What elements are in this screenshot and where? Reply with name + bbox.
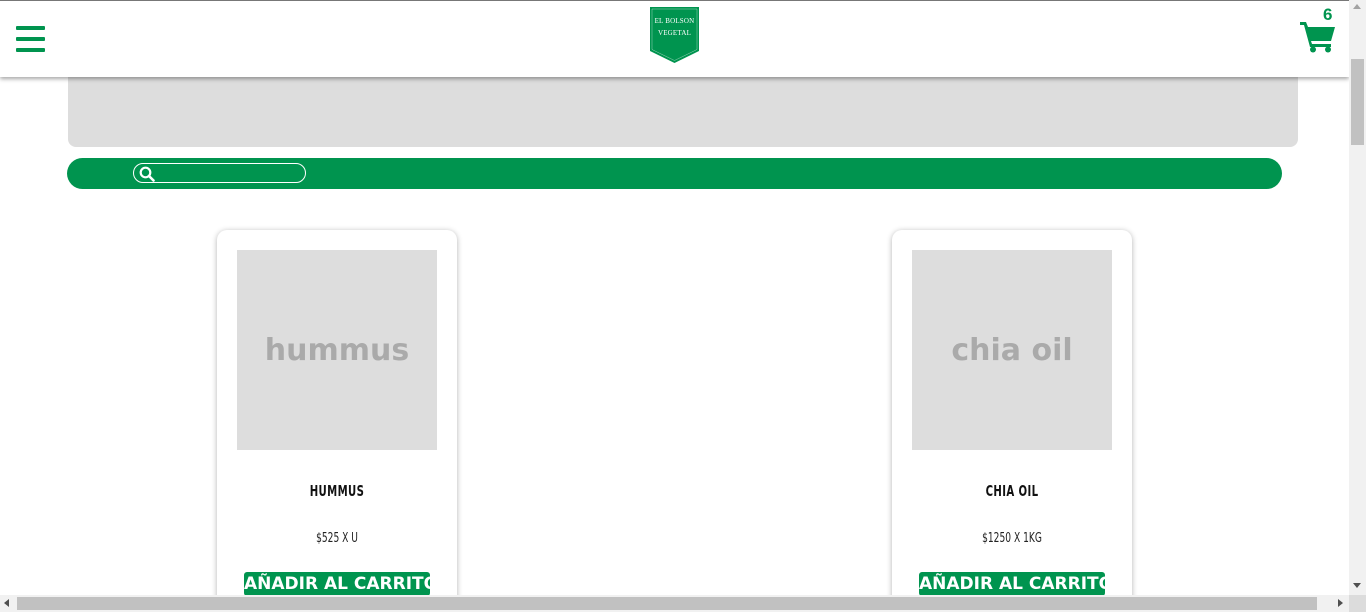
hamburger-menu-icon[interactable] [16,26,45,52]
product-image[interactable]: chia oil [912,250,1112,450]
search-field[interactable] [133,163,306,183]
logo-line-2: VEGETAL [657,29,692,37]
page-viewport: EL BOLSON VEGETAL 6 hummus HUMMUS $525 X… [0,0,1349,595]
vertical-scrollbar[interactable] [1349,0,1366,595]
horizontal-scroll-thumb[interactable] [17,597,1317,610]
product-price: $525 X U [316,531,358,546]
product-name: HUMMUS [309,482,365,500]
logo-text: EL BOLSON VEGETAL [650,15,699,39]
scroll-down-arrow-icon[interactable] [1353,583,1361,588]
add-to-cart-button[interactable]: AÑADIR AL CARRITO [919,572,1113,595]
search-input[interactable] [158,165,298,181]
product-card: chia oil CHIA OIL $1250 X 1KG AÑADIR AL … [892,230,1132,595]
top-header: EL BOLSON VEGETAL 6 [0,1,1349,77]
scroll-right-arrow-icon[interactable] [1338,599,1343,607]
scroll-left-arrow-icon[interactable] [4,599,9,607]
product-image[interactable]: hummus [237,250,437,450]
horizontal-scrollbar[interactable] [0,595,1349,612]
scrollbar-corner [1349,595,1366,612]
banner-placeholder [68,69,1298,147]
scroll-up-arrow-icon[interactable] [1353,4,1361,9]
logo-badge[interactable]: EL BOLSON VEGETAL [650,7,699,63]
vertical-scroll-thumb[interactable] [1351,59,1364,145]
search-bar [67,158,1282,189]
add-to-cart-button[interactable]: AÑADIR AL CARRITO [244,572,438,595]
search-icon [139,166,155,182]
product-price: $1250 X 1KG [982,531,1042,546]
logo-line-1: EL BOLSON [654,17,695,25]
product-card: hummus HUMMUS $525 X U AÑADIR AL CARRITO [217,230,457,595]
product-name: CHIA OIL [985,482,1039,500]
cart-count-badge: 6 [1323,5,1333,24]
